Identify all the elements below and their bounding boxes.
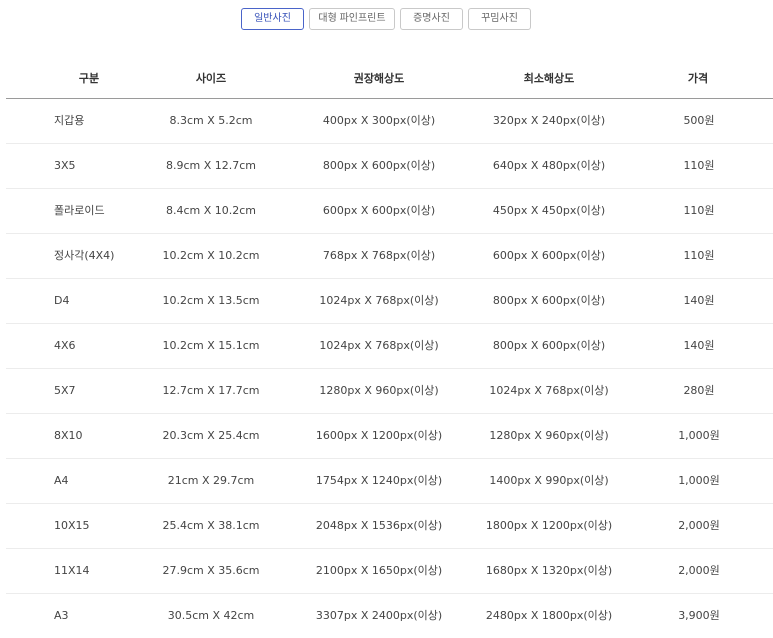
photo-category-tabs: 일반사진 대형 파인프린트 증명사진 꾸밈사진 bbox=[0, 8, 773, 30]
table-row: 정사각(4X4) 10.2cm X 10.2cm 768px X 768px(이상)… bbox=[6, 234, 773, 279]
cell-minimum-resolution: 2480px X 1800px(이상) bbox=[485, 609, 613, 622]
cell-recommended-resolution: 1280px X 960px(이상) bbox=[319, 384, 439, 397]
table-row: 4X6 10.2cm X 15.1cm 1024px X 768px(이상) 800p… bbox=[6, 324, 773, 369]
cell-price: 500원 bbox=[683, 114, 715, 127]
cell-recommended-resolution: 3307px X 2400px(이상) bbox=[315, 609, 443, 622]
cell-size: 21cm X 29.7cm bbox=[167, 474, 255, 487]
cell-recommended-resolution: 800px X 600px(이상) bbox=[322, 159, 436, 172]
cell-size: 10.2cm X 10.2cm bbox=[162, 249, 260, 262]
cell-price: 1,000원 bbox=[678, 474, 720, 487]
cell-price: 2,000원 bbox=[678, 519, 720, 532]
cell-recommended-resolution: 1600px X 1200px(이상) bbox=[315, 429, 443, 442]
cell-price: 140원 bbox=[683, 294, 715, 307]
cell-recommended-resolution: 1754px X 1240px(이상) bbox=[315, 474, 443, 487]
cell-price: 140원 bbox=[683, 339, 715, 352]
table-row: 지갑용 8.3cm X 5.2cm 400px X 300px(이상) 320px X… bbox=[6, 99, 773, 144]
tab-regular-photo[interactable]: 일반사진 bbox=[241, 8, 304, 30]
cell-minimum-resolution: 640px X 480px(이상) bbox=[492, 159, 606, 172]
header-size: 사이즈 bbox=[195, 72, 227, 85]
cell-price: 110원 bbox=[683, 204, 715, 217]
cell-minimum-resolution: 1680px X 1320px(이상) bbox=[485, 564, 613, 577]
cell-type: 폴라로이드 bbox=[54, 204, 105, 217]
cell-type: 8X10 bbox=[54, 429, 83, 442]
cell-size: 8.4cm X 10.2cm bbox=[165, 204, 257, 217]
cell-price: 1,000원 bbox=[678, 429, 720, 442]
cell-recommended-resolution: 2100px X 1650px(이상) bbox=[315, 564, 443, 577]
cell-minimum-resolution: 800px X 600px(이상) bbox=[492, 339, 606, 352]
cell-type: 11X14 bbox=[54, 564, 90, 577]
page: { "tabs": [ {"label": "일반사진", "active": … bbox=[0, 0, 773, 634]
table-body: 지갑용 8.3cm X 5.2cm 400px X 300px(이상) 320px X… bbox=[6, 99, 773, 638]
table-row: 8X10 20.3cm X 25.4cm 1600px X 1200px(이상) 12… bbox=[6, 414, 773, 459]
cell-size: 12.7cm X 17.7cm bbox=[162, 384, 260, 397]
price-table: 구분 사이즈 권장해상도 최소해상도 가격 지갑용 8.3cm X 5.2cm 40… bbox=[6, 60, 773, 638]
cell-minimum-resolution: 320px X 240px(이상) bbox=[492, 114, 606, 127]
cell-recommended-resolution: 1024px X 768px(이상) bbox=[319, 339, 439, 352]
cell-type: A3 bbox=[54, 609, 69, 622]
cell-recommended-resolution: 600px X 600px(이상) bbox=[322, 204, 436, 217]
header-recommended-resolution: 권장해상도 bbox=[353, 72, 405, 85]
tab-decorated-photo[interactable]: 꾸밈사진 bbox=[468, 8, 531, 30]
table-row: 5X7 12.7cm X 17.7cm 1280px X 960px(이상) 1024… bbox=[6, 369, 773, 414]
cell-price: 110원 bbox=[683, 159, 715, 172]
cell-minimum-resolution: 450px X 450px(이상) bbox=[492, 204, 606, 217]
table-row: 3X5 8.9cm X 12.7cm 800px X 600px(이상) 640px … bbox=[6, 144, 773, 189]
table-row: 10X15 25.4cm X 38.1cm 2048px X 1536px(이상) 1… bbox=[6, 504, 773, 549]
table-row: A4 21cm X 29.7cm 1754px X 1240px(이상) 1400px… bbox=[6, 459, 773, 504]
cell-size: 10.2cm X 15.1cm bbox=[162, 339, 260, 352]
cell-price: 3,900원 bbox=[678, 609, 720, 622]
table-row: 폴라로이드 8.4cm X 10.2cm 600px X 600px(이상) 450p… bbox=[6, 189, 773, 234]
cell-type: 5X7 bbox=[54, 384, 76, 397]
table-row: 11X14 27.9cm X 35.6cm 2100px X 1650px(이상) 1… bbox=[6, 549, 773, 594]
header-type: 구분 bbox=[78, 72, 100, 85]
cell-size: 20.3cm X 25.4cm bbox=[162, 429, 260, 442]
cell-type: 4X6 bbox=[54, 339, 76, 352]
cell-minimum-resolution: 1024px X 768px(이상) bbox=[489, 384, 609, 397]
cell-price: 280원 bbox=[683, 384, 715, 397]
cell-size: 27.9cm X 35.6cm bbox=[162, 564, 260, 577]
cell-recommended-resolution: 768px X 768px(이상) bbox=[322, 249, 436, 262]
tab-id-photo[interactable]: 증명사진 bbox=[400, 8, 463, 30]
cell-type: A4 bbox=[54, 474, 69, 487]
cell-type: 10X15 bbox=[54, 519, 90, 532]
header-price: 가격 bbox=[687, 72, 709, 85]
table-header: 구분 사이즈 권장해상도 최소해상도 가격 bbox=[6, 60, 773, 99]
cell-recommended-resolution: 1024px X 768px(이상) bbox=[319, 294, 439, 307]
cell-size: 8.9cm X 12.7cm bbox=[165, 159, 257, 172]
cell-minimum-resolution: 1800px X 1200px(이상) bbox=[485, 519, 613, 532]
cell-price: 2,000원 bbox=[678, 564, 720, 577]
cell-size: 8.3cm X 5.2cm bbox=[169, 114, 253, 127]
cell-type: 지갑용 bbox=[54, 114, 85, 127]
cell-recommended-resolution: 400px X 300px(이상) bbox=[322, 114, 436, 127]
cell-type: 3X5 bbox=[54, 159, 76, 172]
cell-size: 25.4cm X 38.1cm bbox=[162, 519, 260, 532]
cell-size: 30.5cm X 42cm bbox=[167, 609, 255, 622]
cell-minimum-resolution: 600px X 600px(이상) bbox=[492, 249, 606, 262]
table-row: D4 10.2cm X 13.5cm 1024px X 768px(이상) 800px… bbox=[6, 279, 773, 324]
cell-price: 110원 bbox=[683, 249, 715, 262]
cell-minimum-resolution: 1400px X 990px(이상) bbox=[489, 474, 609, 487]
cell-recommended-resolution: 2048px X 1536px(이상) bbox=[315, 519, 443, 532]
tab-large-fine-print[interactable]: 대형 파인프린트 bbox=[309, 8, 395, 30]
cell-type: D4 bbox=[54, 294, 70, 307]
table-row: A3 30.5cm X 42cm 3307px X 2400px(이상) 2480px… bbox=[6, 594, 773, 638]
cell-minimum-resolution: 800px X 600px(이상) bbox=[492, 294, 606, 307]
header-minimum-resolution: 최소해상도 bbox=[523, 72, 575, 85]
cell-minimum-resolution: 1280px X 960px(이상) bbox=[489, 429, 609, 442]
cell-type: 정사각(4X4) bbox=[54, 249, 115, 262]
cell-size: 10.2cm X 13.5cm bbox=[162, 294, 260, 307]
